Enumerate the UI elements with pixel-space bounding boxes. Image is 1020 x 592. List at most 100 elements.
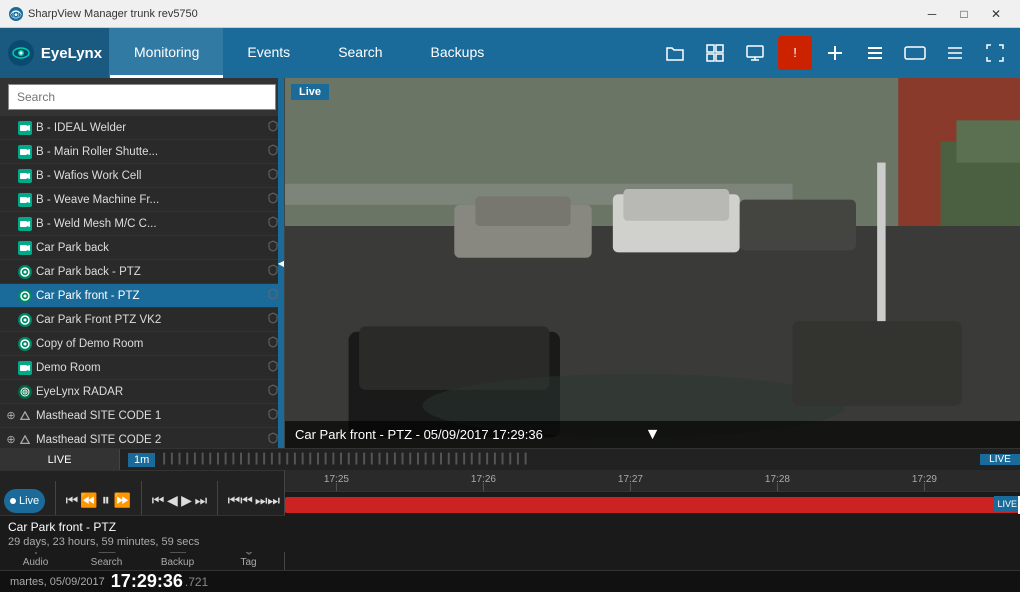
timeline-duration: 29 days, 23 hours, 59 minutes, 59 secs [8, 536, 277, 548]
search-input[interactable] [8, 84, 276, 110]
plus-icon-btn[interactable] [818, 36, 852, 70]
camera-item-3[interactable]: B - Weave Machine Fr... [0, 188, 284, 212]
shield-icon [268, 216, 278, 231]
camera-name-label: B - IDEAL Welder [36, 122, 268, 134]
camera-item-4[interactable]: B - Weld Mesh M/C C... [0, 212, 284, 236]
camera-item-2[interactable]: B - Wafios Work Cell [0, 164, 284, 188]
live-dot [10, 498, 16, 504]
expand-icon[interactable]: ⊕ [4, 409, 18, 423]
video-scene [285, 78, 1020, 448]
camera-item-5[interactable]: Car Park back [0, 236, 284, 260]
shield-icon [268, 192, 278, 207]
timeline-camera-name: Car Park front - PTZ [8, 520, 277, 534]
camera-item-1[interactable]: B - Main Roller Shutte... [0, 140, 284, 164]
shield-icon [268, 264, 278, 279]
datetime-milliseconds: .721 [185, 575, 208, 589]
shield-icon [268, 408, 278, 423]
fullscreen-icon [986, 44, 1004, 62]
shield-icon [268, 240, 278, 255]
maximize-button[interactable]: □ [948, 0, 980, 28]
logo-text: EyeLynx [41, 45, 102, 62]
expand-arrow[interactable]: ▼ [645, 426, 661, 444]
timeline-zoom: 1m [128, 453, 155, 467]
skip-end-button[interactable]: ⏭⏭ [255, 487, 280, 515]
camera-item-13[interactable]: ⊕Masthead SITE CODE 2 [0, 428, 284, 448]
navbar: EyeLynx Monitoring Events Search Backups [0, 28, 1020, 78]
alert-icon-btn[interactable]: ! [778, 36, 812, 70]
expand-icon[interactable]: ⊕ [4, 433, 18, 447]
camera-type-icon [18, 313, 32, 327]
camera-item-12[interactable]: ⊕Masthead SITE CODE 1 [0, 404, 284, 428]
timeline-row: LIVE [285, 492, 1020, 518]
nav-events[interactable]: Events [223, 28, 314, 78]
skip-start-button[interactable]: ⏮⏮ [228, 487, 253, 515]
bottom-panel: LIVE 1m ▎▎▎▎▎▎▎▎▎▎▎▎▎▎▎▎▎▎▎▎▎▎▎▎▎▎▎▎▎▎▎▎… [0, 448, 1020, 578]
monitor-icon-btn[interactable] [738, 36, 772, 70]
video-area: Live [285, 78, 1020, 448]
sidebar: B - IDEAL Welder B - Main Roller Shutte..… [0, 78, 285, 448]
datetime-time: 17:29:36 [111, 571, 183, 592]
plus-icon [826, 44, 844, 62]
shield-icon [268, 312, 278, 327]
camera-item-8[interactable]: Car Park Front PTZ VK2 [0, 308, 284, 332]
sidebar-resize-handle[interactable] [278, 78, 284, 448]
fullscreen-icon-btn[interactable] [978, 36, 1012, 70]
grid-icon [706, 44, 724, 62]
monitor-icon [746, 44, 764, 62]
minimize-button[interactable]: ─ [916, 0, 948, 28]
nav-search[interactable]: Search [314, 28, 406, 78]
camera-type-icon [18, 409, 32, 423]
camera-name-label: B - Main Roller Shutte... [36, 146, 268, 158]
logo[interactable]: EyeLynx [0, 28, 110, 78]
lines-icon-btn[interactable] [858, 36, 892, 70]
live-button[interactable]: Live [4, 489, 45, 513]
close-button[interactable]: ✕ [980, 0, 1012, 28]
prev-recording-button[interactable]: ⏮ [152, 487, 165, 515]
menu-icon-btn[interactable] [938, 36, 972, 70]
grid-icon-btn[interactable] [698, 36, 732, 70]
camera-type-icon [18, 337, 32, 351]
titlebar: 👁 SharpView Manager trunk rev5750 ─ □ ✕ [0, 0, 1020, 28]
camera-type-icon [18, 433, 32, 447]
svg-text:!: ! [793, 45, 797, 60]
live-end-badge: LIVE [994, 496, 1020, 512]
skip-to-start-button[interactable]: ⏮ [66, 487, 79, 515]
camera-type-icon [18, 289, 32, 303]
nav-backups[interactable]: Backups [407, 28, 509, 78]
camera-item-9[interactable]: Copy of Demo Room [0, 332, 284, 356]
camera-item-0[interactable]: B - IDEAL Welder [0, 116, 284, 140]
camera-type-icon [18, 145, 32, 159]
camera-item-7[interactable]: Car Park front - PTZ [0, 284, 284, 308]
camera-type-icon [18, 265, 32, 279]
lines-icon [866, 44, 884, 62]
shield-icon [268, 120, 278, 135]
fast-backward-button[interactable]: ⏪ [80, 487, 97, 515]
camera-item-10[interactable]: Demo Room [0, 356, 284, 380]
folder-icon-btn[interactable] [658, 36, 692, 70]
tag-icon-btn[interactable] [898, 36, 932, 70]
camera-name-label: B - Wafios Work Cell [36, 170, 268, 182]
next-recording-button[interactable]: ⏭ [195, 487, 208, 515]
camera-item-11[interactable]: EyeLynx RADAR [0, 380, 284, 404]
timeline-track[interactable]: 17:25 17:26 17:27 17:28 17:29 [285, 470, 1020, 570]
pause-button[interactable]: ⏸ [100, 487, 112, 515]
next-frame-button[interactable]: ▶ [180, 487, 192, 515]
nav-monitoring[interactable]: Monitoring [110, 28, 223, 78]
camera-type-icon [18, 217, 32, 231]
tag-label: Tag [240, 557, 256, 568]
search-label: Search [91, 557, 123, 568]
camera-name-label: Copy of Demo Room [36, 338, 268, 350]
folder-icon [666, 44, 684, 62]
camera-name-label: B - Weld Mesh M/C C... [36, 218, 268, 230]
camera-item-6[interactable]: Car Park back - PTZ [0, 260, 284, 284]
prev-frame-button[interactable]: ◀ [166, 487, 178, 515]
camera-type-icon [18, 169, 32, 183]
hamburger-icon [946, 44, 964, 62]
window-title: SharpView Manager trunk rev5750 [28, 8, 916, 20]
tag-icon [904, 46, 926, 60]
camera-info-bar: Car Park front - PTZ 29 days, 23 hours, … [0, 515, 285, 552]
fast-forward-button[interactable]: ⏩ [114, 487, 131, 515]
camera-name-label: EyeLynx RADAR [36, 386, 268, 398]
camera-name-label: Demo Room [36, 362, 268, 374]
tick-marks [285, 483, 1020, 491]
